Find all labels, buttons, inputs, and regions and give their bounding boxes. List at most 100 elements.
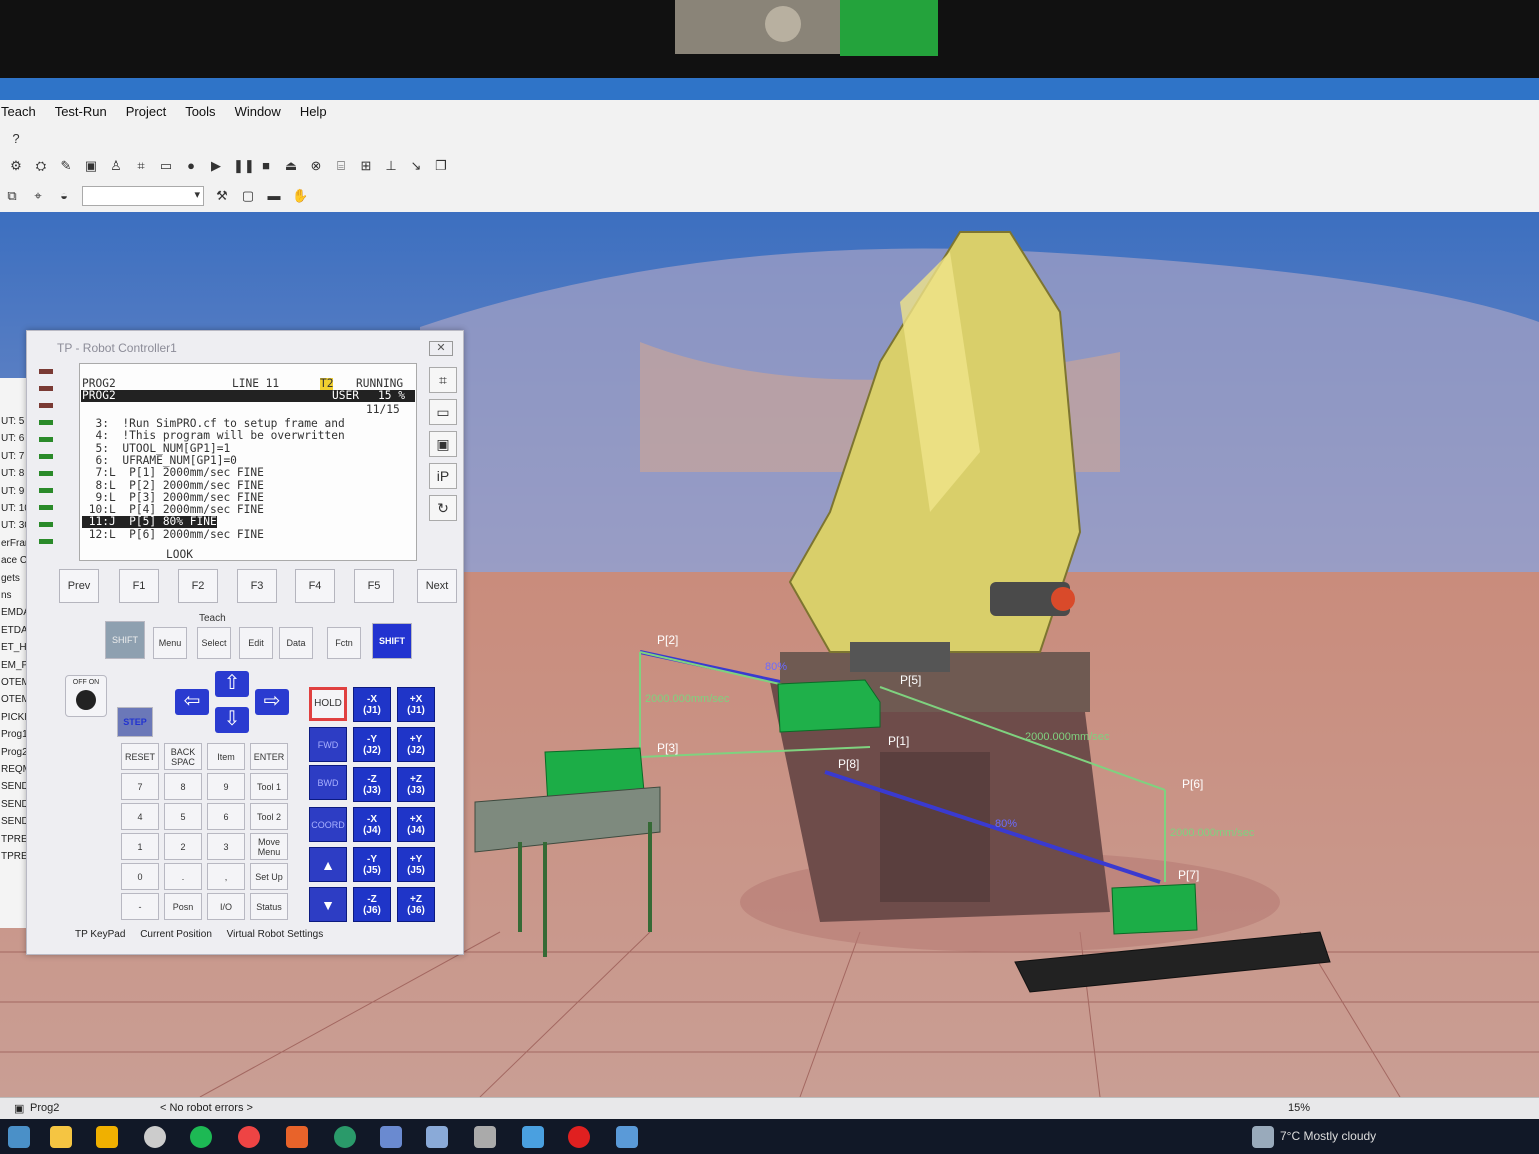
bwd-key[interactable]: BWD xyxy=(309,765,347,800)
f5-key[interactable]: F5 xyxy=(354,569,394,603)
help-icon[interactable]: ? xyxy=(8,131,24,147)
jog-key[interactable]: -Y (J2) xyxy=(353,727,391,762)
keypad-key[interactable]: . xyxy=(164,863,202,890)
jog-key[interactable]: -X (J4) xyxy=(353,807,391,842)
keypad-key[interactable]: Item xyxy=(207,743,245,770)
enable-switch[interactable]: OFF ON xyxy=(65,675,107,717)
jog-key[interactable]: +Z (J6) xyxy=(397,887,435,922)
keypad-key[interactable]: - xyxy=(121,893,159,920)
jog-key[interactable]: +Y (J2) xyxy=(397,727,435,762)
notes-icon[interactable] xyxy=(96,1126,118,1148)
ruler-icon[interactable]: ▬ xyxy=(266,188,282,204)
program-line[interactable]: 12:L P[6] 2000mm/sec FINE xyxy=(82,528,264,541)
program-line[interactable]: 11:J P[5] 80% FINE xyxy=(82,516,217,529)
chart-icon[interactable]: ⌗ xyxy=(429,367,457,393)
hold-key[interactable]: HOLD xyxy=(309,687,347,721)
left-arrow-icon[interactable]: ⇦ xyxy=(175,689,209,715)
ip-icon[interactable]: iP xyxy=(429,463,457,489)
point-label[interactable]: P[5] xyxy=(900,673,921,687)
keypad-key[interactable]: BACK SPAC xyxy=(164,743,202,770)
keypad-key[interactable]: Move Menu xyxy=(250,833,288,860)
keypad-key[interactable]: I/O xyxy=(207,893,245,920)
tree-item[interactable]: UT: 5 xyxy=(1,416,24,427)
tree-item[interactable]: Prog1 xyxy=(1,729,28,740)
play-icon[interactable]: ▶ xyxy=(208,158,224,174)
tree-item[interactable]: ns xyxy=(1,590,12,601)
fence-icon[interactable]: ⌸ xyxy=(333,158,349,174)
jog-key[interactable]: +X (J4) xyxy=(397,807,435,842)
f4-key[interactable]: F4 xyxy=(295,569,335,603)
jog-key[interactable]: -Z (J6) xyxy=(353,887,391,922)
menu-tools[interactable]: Tools xyxy=(184,100,225,126)
keypad-key[interactable]: 4 xyxy=(121,803,159,830)
camera-icon[interactable]: ◒ xyxy=(56,188,72,204)
program-line[interactable]: 4: !This program will be overwritten xyxy=(82,430,344,442)
menu-help[interactable]: Help xyxy=(299,100,337,126)
select-key[interactable]: Select xyxy=(197,627,231,659)
speed-down-icon[interactable]: ▼ xyxy=(309,887,347,922)
point-label[interactable]: P[3] xyxy=(657,741,678,755)
f2-key[interactable]: F2 xyxy=(178,569,218,603)
keypad-key[interactable]: Posn xyxy=(164,893,202,920)
program-line[interactable]: 3: !Run SimPRO.cf to setup frame and xyxy=(82,418,344,430)
record-icon[interactable]: ● xyxy=(183,158,199,174)
app3-icon[interactable] xyxy=(426,1126,448,1148)
point-label[interactable]: P[8] xyxy=(838,757,859,771)
keypad-key[interactable]: 2 xyxy=(164,833,202,860)
box-icon[interactable]: ▢ xyxy=(240,188,256,204)
grid-icon[interactable]: ⊞ xyxy=(358,158,374,174)
step-key[interactable]: STEP xyxy=(117,707,153,737)
roboguide-icon[interactable] xyxy=(616,1126,638,1148)
robot-icon[interactable]: ⛭ xyxy=(33,158,49,174)
abort-icon[interactable]: ⊗ xyxy=(308,158,324,174)
app2-icon[interactable] xyxy=(380,1126,402,1148)
keypad-key[interactable]: RESET xyxy=(121,743,159,770)
display-icon[interactable]: ▭ xyxy=(158,158,174,174)
globe-icon[interactable] xyxy=(334,1126,356,1148)
point-label[interactable]: P[2] xyxy=(657,633,678,647)
opera-icon[interactable] xyxy=(568,1126,590,1148)
program-line[interactable]: 7:L P[1] 2000mm/sec FINE xyxy=(82,467,263,479)
program-line[interactable]: 9:L P[3] 2000mm/sec FINE xyxy=(82,491,263,504)
keypad-key[interactable]: 9 xyxy=(207,773,245,800)
jog-key[interactable]: +Y (J5) xyxy=(397,847,435,882)
keypad-key[interactable]: 0 xyxy=(121,863,159,890)
menu-window[interactable]: Window xyxy=(234,100,291,126)
tab-current-position[interactable]: Current Position xyxy=(140,929,212,940)
close-icon[interactable]: ✕ xyxy=(429,341,453,356)
pendant-icon[interactable]: ▣ xyxy=(429,431,457,457)
jog-key[interactable]: -X (J1) xyxy=(353,687,391,722)
program-line[interactable]: 6: UFRAME_NUM[GP1]=0 xyxy=(82,454,236,467)
tree-item[interactable]: UT: 7 xyxy=(1,451,24,462)
menu-teach[interactable]: Teach xyxy=(0,100,46,126)
fwd-key[interactable]: FWD xyxy=(309,727,347,762)
keypad-key[interactable]: Tool 1 xyxy=(250,773,288,800)
measure-icon[interactable]: ⊥ xyxy=(383,158,399,174)
app4-icon[interactable] xyxy=(474,1126,496,1148)
right-arrow-icon[interactable]: ⇨ xyxy=(255,689,289,715)
keypad-key[interactable]: 5 xyxy=(164,803,202,830)
teach-pendant-icon[interactable]: ▣ xyxy=(83,158,99,174)
keypad-key[interactable]: , xyxy=(207,863,245,890)
program-line[interactable]: 5: UTOOL_NUM[GP1]=1 xyxy=(82,442,230,455)
keypad-key[interactable]: 8 xyxy=(164,773,202,800)
view-combo[interactable] xyxy=(82,186,204,206)
point-label[interactable]: P[6] xyxy=(1182,777,1203,791)
explorer-icon[interactable] xyxy=(50,1126,72,1148)
shift-left-key[interactable]: SHIFT xyxy=(105,621,145,659)
app-icon[interactable] xyxy=(286,1126,308,1148)
cell-browser-icon[interactable]: ⚙ xyxy=(8,158,24,174)
coord-key[interactable]: COORD xyxy=(309,807,347,842)
hand-icon[interactable]: ✋ xyxy=(292,188,308,204)
f1-key[interactable]: F1 xyxy=(119,569,159,603)
tool-icon[interactable]: ♙ xyxy=(108,158,124,174)
menu-key[interactable]: Menu xyxy=(153,627,187,659)
point-label[interactable]: P[1] xyxy=(888,734,909,748)
app5-icon[interactable] xyxy=(522,1126,544,1148)
jog-key[interactable]: -Y (J5) xyxy=(353,847,391,882)
keyboard-icon[interactable]: ▭ xyxy=(429,399,457,425)
tree-item[interactable]: UT: 9 xyxy=(1,486,24,497)
start-icon[interactable] xyxy=(8,1126,30,1148)
clock-icon[interactable] xyxy=(144,1126,166,1148)
point-label[interactable]: P[7] xyxy=(1178,868,1199,882)
